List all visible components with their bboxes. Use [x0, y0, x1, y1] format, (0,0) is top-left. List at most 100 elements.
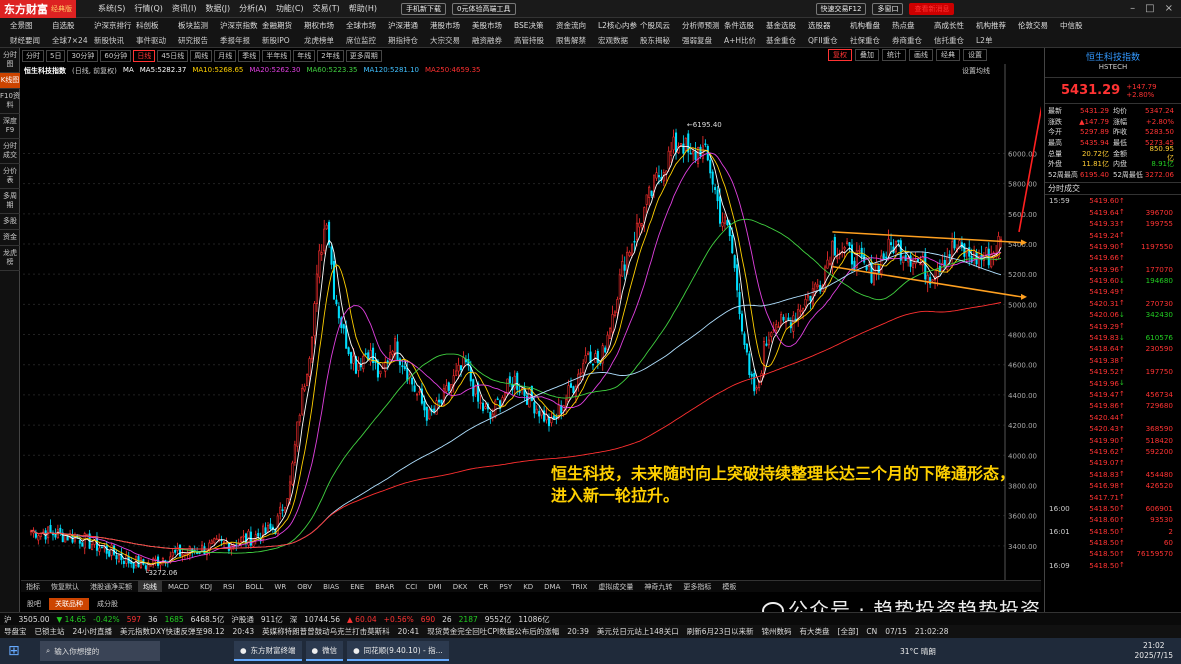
indicator-tab[interactable]: 神奇九转	[639, 581, 677, 592]
nav-link[interactable]: 中信股	[1060, 20, 1102, 31]
indicator-tab[interactable]: 恢复默认	[46, 581, 84, 592]
nav-link[interactable]: QFII重仓	[808, 35, 850, 46]
period-tab[interactable]: 30分钟	[67, 50, 99, 62]
nav-link[interactable]: 机构推荐	[976, 20, 1018, 31]
left-tab[interactable]: K线图	[0, 73, 20, 89]
menu-item[interactable]: 行情(Q)	[134, 3, 163, 14]
nav-link[interactable]: 自选股	[52, 20, 94, 31]
toolbar-button[interactable]: 设置	[963, 49, 987, 61]
menu-item[interactable]: 功能(C)	[276, 3, 304, 14]
toolbar-button[interactable]: 统计	[882, 49, 906, 61]
news-item[interactable]: 有大类盘	[800, 626, 830, 637]
period-tab[interactable]: 月线	[214, 50, 237, 62]
menu-item[interactable]: 帮助(H)	[349, 3, 377, 14]
nav-link[interactable]: 股东揭秘	[640, 35, 682, 46]
indicator-tab[interactable]: DMA	[539, 581, 565, 592]
period-tab[interactable]: 日线	[133, 50, 156, 62]
left-tab[interactable]: 分时图	[0, 48, 20, 73]
toolbar-button[interactable]: 经典	[936, 49, 960, 61]
period-tab[interactable]: 周线	[190, 50, 213, 62]
period-tab[interactable]: 半年线	[262, 50, 292, 62]
taskbar-search[interactable]: ⌕ 输入你想搜的	[40, 641, 160, 661]
nav-link[interactable]: 沪深京排行	[94, 20, 136, 31]
sub-tab[interactable]: 股吧	[21, 598, 47, 610]
taskbar-app[interactable]: ● 同花顺(9.40.10) - 指...	[347, 641, 449, 661]
indicator-tab[interactable]: MACD	[163, 581, 194, 592]
maximize-icon[interactable]: □	[1145, 3, 1154, 14]
nav-link[interactable]: 期权市场	[304, 20, 346, 31]
menu-item[interactable]: 数据(J)	[205, 3, 230, 14]
nav-link[interactable]: 科创板	[136, 20, 178, 31]
period-tab[interactable]: 2年线	[317, 50, 344, 62]
nav-link[interactable]: 条件选股	[724, 20, 766, 31]
sub-tab[interactable]: 关联品种	[49, 598, 89, 610]
left-tab[interactable]: 龙虎榜	[0, 246, 20, 271]
news-item[interactable]: CN	[866, 627, 877, 636]
nav-link[interactable]: 事件驱动	[136, 35, 178, 46]
left-tab[interactable]: F10资料	[0, 89, 20, 114]
multi-window-button[interactable]: 多窗口	[872, 2, 904, 15]
news-item[interactable]: 20:43	[233, 627, 255, 636]
news-item[interactable]: 已锁主站	[35, 626, 65, 637]
nav-link[interactable]: 新股快讯	[94, 35, 136, 46]
quick-trade-button[interactable]: 快速交易F12	[815, 2, 867, 15]
nav-link[interactable]: BSE决策	[514, 20, 556, 31]
indicator-tab[interactable]: BOLL	[240, 581, 268, 592]
sub-tab[interactable]: 成分股	[91, 598, 124, 610]
nav-link[interactable]: 季报年报	[220, 35, 262, 46]
nav-link[interactable]: L2单	[976, 35, 1018, 46]
period-tab[interactable]: 60分钟	[100, 50, 132, 62]
nav-link[interactable]: 高成长性	[934, 20, 976, 31]
news-item[interactable]: 导盘宝	[4, 626, 27, 637]
period-tab[interactable]: 更多周期	[345, 50, 382, 62]
indicator-tab[interactable]: KD	[518, 581, 538, 592]
nav-link[interactable]: 融资融券	[472, 35, 514, 46]
mobile-download-button[interactable]: 手机新下载	[401, 2, 447, 15]
left-tab[interactable]: 分价表	[0, 164, 20, 189]
news-item[interactable]: 美元兑日元站上148关口	[597, 626, 679, 637]
nav-link[interactable]: 分析师预测	[682, 20, 724, 31]
nav-link[interactable]: 宏观数据	[598, 35, 640, 46]
nav-link[interactable]: 美股市场	[472, 20, 514, 31]
nav-link[interactable]: 龙虎榜单	[304, 35, 346, 46]
news-item[interactable]: 24小时直播	[73, 626, 113, 637]
indicator-tab[interactable]: PSY	[494, 581, 517, 592]
indicator-tab[interactable]: BRAR	[370, 581, 399, 592]
close-icon[interactable]: ×	[1165, 3, 1173, 14]
toolbar-button[interactable]: 画线	[909, 49, 933, 61]
indicator-tab[interactable]: 模板	[717, 581, 741, 592]
nav-link[interactable]: 港股市场	[430, 20, 472, 31]
indicator-tab[interactable]: 更多指标	[678, 581, 716, 592]
period-tab[interactable]: 45日线	[157, 50, 189, 62]
promo-button[interactable]: 0元体验高端工具	[452, 2, 516, 15]
news-item[interactable]: [全部]	[838, 626, 859, 637]
minimize-icon[interactable]: –	[1130, 3, 1135, 14]
nav-link[interactable]: A+H比价	[724, 35, 766, 46]
indicator-tab[interactable]: BIAS	[318, 581, 344, 592]
news-item[interactable]: 07/15	[885, 627, 907, 636]
menu-item[interactable]: 资讯(I)	[172, 3, 197, 14]
news-item[interactable]: 刷新6月23日以来新	[687, 626, 754, 637]
left-tab[interactable]: 分时成交	[0, 139, 20, 164]
nav-link[interactable]: 选股器	[808, 20, 850, 31]
nav-link[interactable]: 沪深港通	[388, 20, 430, 31]
news-item[interactable]: 英媒称特朗普曾鼓动乌克兰打击莫斯科	[262, 626, 390, 637]
news-item[interactable]: 美元指数DXY快速反弹至98.12	[120, 626, 224, 637]
nav-link[interactable]: 基金选股	[766, 20, 808, 31]
menu-item[interactable]: 交易(T)	[313, 3, 340, 14]
taskbar-app[interactable]: ● 微信	[305, 641, 344, 661]
nav-link[interactable]: 伦敦交易	[1018, 20, 1060, 31]
nav-link[interactable]: 全景图	[10, 20, 52, 31]
windows-start-icon[interactable]: ⊞	[8, 643, 20, 659]
nav-link[interactable]: 席位监控	[346, 35, 388, 46]
news-item[interactable]: 20:41	[398, 627, 420, 636]
menu-item[interactable]: 系统(S)	[98, 3, 125, 14]
nav-link[interactable]: 板块监测	[178, 20, 220, 31]
nav-link[interactable]: 新股IPO	[262, 35, 304, 46]
indicator-tab[interactable]: CR	[473, 581, 493, 592]
nav-link[interactable]: 金融期货	[262, 20, 304, 31]
nav-link[interactable]: 热点盘	[892, 20, 934, 31]
indicator-tab[interactable]: OBV	[292, 581, 317, 592]
toolbar-button[interactable]: 复权	[828, 49, 852, 61]
indicator-tab[interactable]: 均线	[138, 581, 162, 592]
